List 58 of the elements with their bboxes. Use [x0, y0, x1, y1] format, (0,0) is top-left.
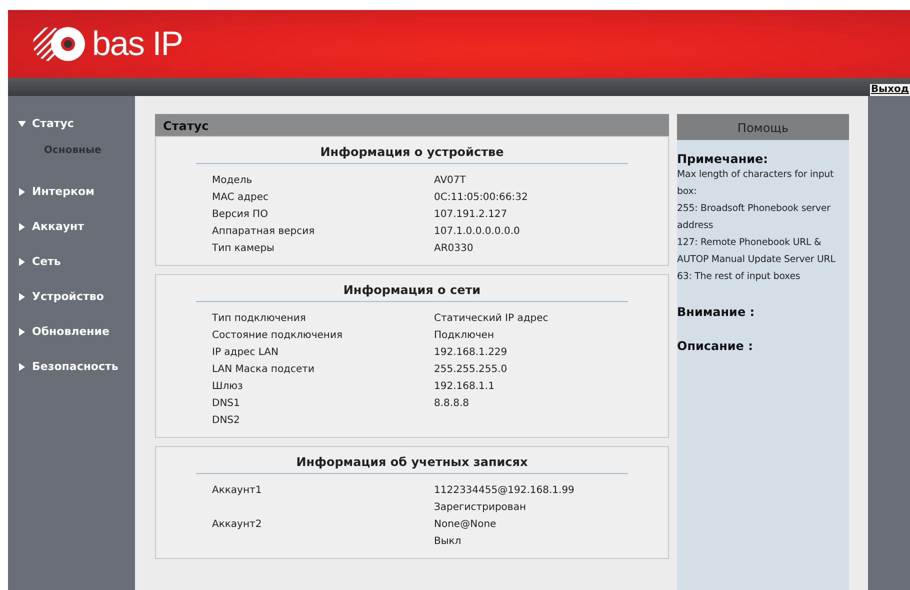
field-label: DNS1 [212, 397, 241, 411]
panel-title: Статус [155, 114, 669, 136]
field-label: Шлюз [212, 380, 244, 394]
note-text: Max length of characters for input box: [677, 168, 835, 199]
field-label: Аппаратная версия [212, 225, 316, 239]
field-value: 107.191.2.127 [434, 208, 508, 222]
section-title: Информация о сети [196, 275, 628, 302]
sidebar-item[interactable]: Обновление [8, 314, 135, 349]
field-value: Статический IP адрес [434, 312, 550, 326]
field-label: Аккаунт2 [212, 518, 263, 532]
logout-link[interactable]: Выход [870, 84, 910, 96]
note-text: 255: Broadsoft Phonebook server address [677, 202, 832, 233]
note-text: 127: Remote Phonebook URL & AUTOP Manual Update Server URL [677, 236, 836, 267]
sidebar-item[interactable]: Аккаунт [8, 209, 135, 244]
sidebar-item-label: Аккаунт [32, 220, 84, 233]
field-label: LAN Маска подсети [212, 363, 316, 377]
sidebar-subitem[interactable]: Основные [8, 141, 135, 174]
section-title: Информация о устройстве [196, 137, 628, 164]
sidebar-item-label: Статус [32, 117, 74, 130]
field-value: 192.168.1.1 [434, 380, 496, 394]
field-label: DNS2 [212, 414, 241, 428]
sidebar-item[interactable]: Интерком [8, 174, 135, 209]
sidebar-item[interactable]: Устройство [8, 279, 135, 314]
field-label: MAC адрес [212, 191, 270, 205]
sidebar-item-label: Интерком [32, 185, 95, 198]
field-value: 0C:11:05:00:66:32 [434, 191, 529, 205]
section-title: Информация об учетных записях [196, 447, 628, 474]
field-value: AV07T [434, 174, 467, 188]
field-label: Тип камеры [212, 242, 276, 256]
note-text: 63: The rest of input boxes [677, 270, 802, 284]
field-label: Состояние подключения [212, 329, 344, 343]
description-heading: Описание : [677, 339, 754, 353]
field-label: Версия ПО [212, 208, 269, 222]
sidebar-item-label: Обновление [32, 325, 110, 338]
field-label: IP адрес LAN [212, 346, 280, 360]
note-heading: Примечание: [677, 152, 769, 166]
sidebar-item[interactable]: Статус [8, 106, 135, 141]
field-value: Выкл [434, 535, 462, 549]
field-value: 107.1.0.0.0.0.0.0 [434, 225, 521, 239]
help-title: Помощь [677, 114, 849, 140]
field-value: 255.255.255.0 [434, 363, 508, 377]
field-value: 1122334455@192.168.1.99 [434, 484, 576, 498]
field-label: Тип подключения [212, 312, 307, 326]
sidebar-item[interactable]: Безопасность [8, 349, 135, 384]
logo-text: bas IP [92, 24, 182, 64]
sidebar-item-label: Устройство [32, 290, 104, 303]
field-label: Модель [212, 174, 254, 188]
sidebar-item-label: Сеть [32, 255, 61, 268]
warning-heading: Внимание : [677, 305, 756, 319]
field-value: Подключен [434, 329, 495, 343]
sidebar-item[interactable]: Сеть [8, 244, 135, 279]
field-value: 192.168.1.229 [434, 346, 508, 360]
field-value: AR0330 [434, 242, 474, 256]
field-value: None@None [434, 518, 498, 532]
field-label: Аккаунт1 [212, 484, 263, 498]
field-value: Зарегистрирован [434, 501, 527, 515]
field-value: 8.8.8.8 [434, 397, 470, 411]
sidebar-item-label: Безопасность [32, 360, 118, 373]
